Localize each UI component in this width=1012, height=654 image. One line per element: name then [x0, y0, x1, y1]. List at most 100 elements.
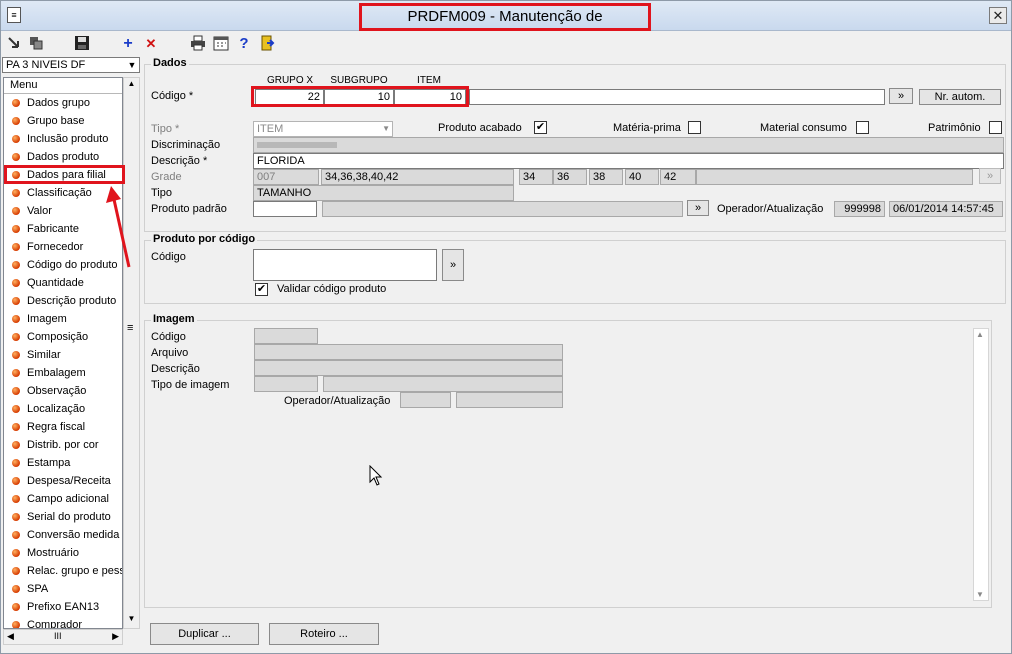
help-icon[interactable]: ?: [235, 35, 253, 53]
menu-item[interactable]: Relac. grupo e pess: [4, 562, 122, 580]
menu-item[interactable]: Observação: [4, 382, 122, 400]
menu-item[interactable]: Imagem: [4, 310, 122, 328]
menu-bullet-icon: [12, 153, 20, 161]
exit-icon[interactable]: [258, 35, 276, 53]
atualizacao-field: 06/01/2014 14:57:45: [889, 201, 1003, 217]
menu-item[interactable]: Dados grupo: [4, 94, 122, 112]
imagem-arquivo-field: [254, 344, 563, 360]
menu-item-label: Serial do produto: [27, 511, 111, 523]
produto-codigo-lookup-button[interactable]: »: [442, 249, 464, 281]
menu-item-label: Dados produto: [27, 151, 100, 163]
back-icon[interactable]: [5, 35, 23, 53]
menu-item[interactable]: Dados produto: [4, 148, 122, 166]
menu-bullet-icon: [12, 477, 20, 485]
copy-icon[interactable]: [27, 35, 45, 53]
menu-item[interactable]: Quantidade: [4, 274, 122, 292]
menu-bullet-icon: [12, 549, 20, 557]
roteiro-button[interactable]: Roteiro ...: [269, 623, 379, 645]
menu-item-label: Valor: [27, 205, 52, 217]
menu-item[interactable]: SPA: [4, 580, 122, 598]
scroll-down-icon[interactable]: ▼: [125, 614, 138, 627]
menu-bullet-icon: [12, 495, 20, 503]
menu-item-label: Inclusão produto: [27, 133, 109, 145]
validar-label: Validar código produto: [277, 283, 387, 295]
menu-item[interactable]: Inclusão produto: [4, 130, 122, 148]
add-icon[interactable]: +: [119, 35, 137, 53]
grade-size-cell: 36: [553, 169, 587, 185]
scroll-right-icon[interactable]: ▶: [112, 631, 119, 642]
codigo-label: Código *: [151, 90, 194, 102]
nr-autom-button[interactable]: Nr. autom.: [919, 89, 1001, 105]
scroll-up-icon[interactable]: ▲: [976, 330, 984, 339]
menu-item[interactable]: Regra fiscal: [4, 418, 122, 436]
menu-bullet-icon: [12, 513, 20, 521]
menu-item[interactable]: Conversão medida: [4, 526, 122, 544]
codigo-lookup-button[interactable]: »: [889, 88, 913, 104]
duplicar-button[interactable]: Duplicar ...: [150, 623, 259, 645]
chevron-down-icon[interactable]: ▼: [126, 58, 138, 72]
menu-bullet-icon: [12, 135, 20, 143]
close-button[interactable]: ✕: [989, 7, 1007, 24]
scroll-grip-icon[interactable]: ≡: [127, 322, 133, 334]
document-icon[interactable]: ≡: [7, 7, 21, 23]
menu-item-label: Descrição produto: [27, 295, 117, 307]
material-consumo-checkbox[interactable]: [856, 121, 869, 134]
imagem-scrollbar[interactable]: ▲ ▼: [973, 328, 989, 601]
patrimonio-checkbox[interactable]: [989, 121, 1002, 134]
menu-item[interactable]: Descrição produto: [4, 292, 122, 310]
delete-icon[interactable]: ✕: [142, 35, 160, 53]
menu-bullet-icon: [12, 621, 20, 628]
menu-vertical-scrollbar[interactable]: ▲ ≡ ▼: [123, 77, 140, 629]
produto-padrao-field[interactable]: [253, 201, 317, 217]
menu-item[interactable]: Prefixo EAN13: [4, 598, 122, 616]
codigo-description-field[interactable]: [469, 89, 885, 105]
menu-item[interactable]: Localização: [4, 400, 122, 418]
menu-item[interactable]: Comprador: [4, 616, 122, 628]
menu-bullet-icon: [12, 243, 20, 251]
save-icon[interactable]: [73, 35, 91, 53]
calendar-icon[interactable]: [212, 35, 230, 53]
scroll-left-icon[interactable]: ◀: [7, 631, 14, 642]
menu-item-label: Localização: [27, 403, 86, 415]
menu-item[interactable]: Grupo base: [4, 112, 122, 130]
menu-item[interactable]: Composição: [4, 328, 122, 346]
produto-padrao-desc-field: [322, 201, 683, 217]
menu-item-label: Observação: [27, 385, 87, 397]
scroll-down-icon[interactable]: ▼: [976, 590, 984, 599]
imagem-codigo-label: Código: [151, 331, 186, 343]
menu-item[interactable]: Despesa/Receita: [4, 472, 122, 490]
menu-item[interactable]: Similar: [4, 346, 122, 364]
descricao-field[interactable]: FLORIDA: [253, 153, 1004, 169]
menu-item[interactable]: Estampa: [4, 454, 122, 472]
menu-item-label: SPA: [27, 583, 49, 595]
menu-item[interactable]: Embalagem: [4, 364, 122, 382]
grade-lookup-button[interactable]: »: [979, 168, 1001, 184]
operador-label: Operador/Atualização: [717, 203, 824, 215]
imagem-codigo-field: [254, 328, 318, 344]
scroll-thumb[interactable]: III: [54, 631, 62, 641]
menu-item[interactable]: Campo adicional: [4, 490, 122, 508]
imagem-atualizacao-field: [456, 392, 563, 408]
filial-combo[interactable]: PA 3 NIVEIS DF ▼: [2, 57, 140, 73]
menu-item[interactable]: Mostruário: [4, 544, 122, 562]
imagem-operador-field: [400, 392, 451, 408]
discriminacao-label: Discriminação: [151, 139, 221, 151]
scroll-up-icon[interactable]: ▲: [125, 79, 138, 92]
menu-item[interactable]: Serial do produto: [4, 508, 122, 526]
produto-acabado-checkbox[interactable]: ✔: [534, 121, 547, 134]
chevron-down-icon[interactable]: ▼: [382, 122, 390, 136]
menu-bullet-icon: [12, 459, 20, 467]
materia-prima-checkbox[interactable]: [688, 121, 701, 134]
menu-item-label: Mostruário: [27, 547, 79, 559]
produto-padrao-lookup-button[interactable]: »: [687, 200, 709, 216]
validar-checkbox[interactable]: ✔: [255, 283, 268, 296]
menu-item[interactable]: Distrib. por cor: [4, 436, 122, 454]
print-icon[interactable]: [189, 35, 207, 53]
menu-item-label: Prefixo EAN13: [27, 601, 100, 613]
produto-codigo-field[interactable]: [253, 249, 437, 281]
menu-horizontal-scrollbar[interactable]: ◀ III ▶: [3, 629, 123, 645]
tipo-select[interactable]: ITEM ▼: [253, 121, 393, 137]
grade-size-cell: 34: [519, 169, 553, 185]
menu-item-label: Distrib. por cor: [27, 439, 99, 451]
menu-item-label: Despesa/Receita: [27, 475, 111, 487]
